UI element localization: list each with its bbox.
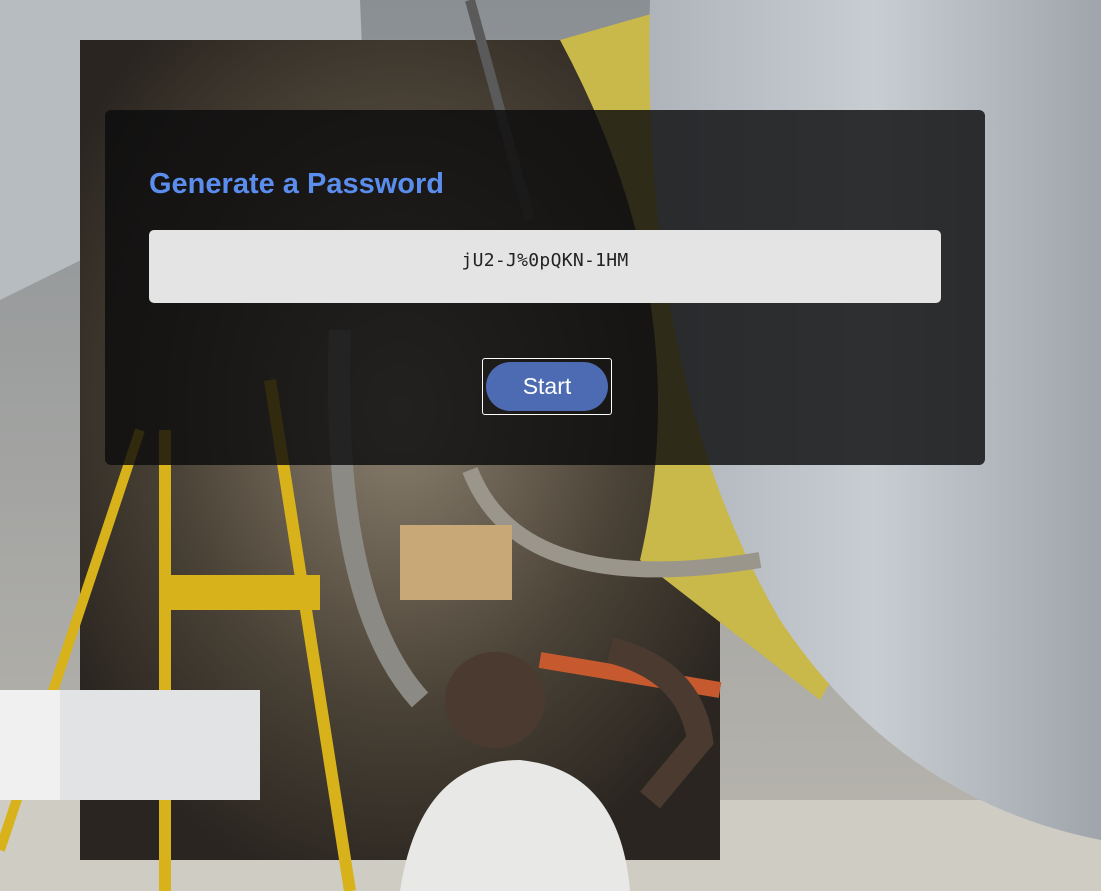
password-text: jU2-J%0pQKN-1HM [461,250,629,271]
start-button[interactable]: Start [482,358,612,415]
start-button-label: Start [486,362,608,411]
card-title: Generate a Password [149,168,444,200]
password-generator-card: Generate a Password jU2-J%0pQKN-1HM Star… [105,110,985,465]
password-display[interactable]: jU2-J%0pQKN-1HM [149,230,941,303]
page: Generate a Password jU2-J%0pQKN-1HM Star… [0,0,1101,891]
